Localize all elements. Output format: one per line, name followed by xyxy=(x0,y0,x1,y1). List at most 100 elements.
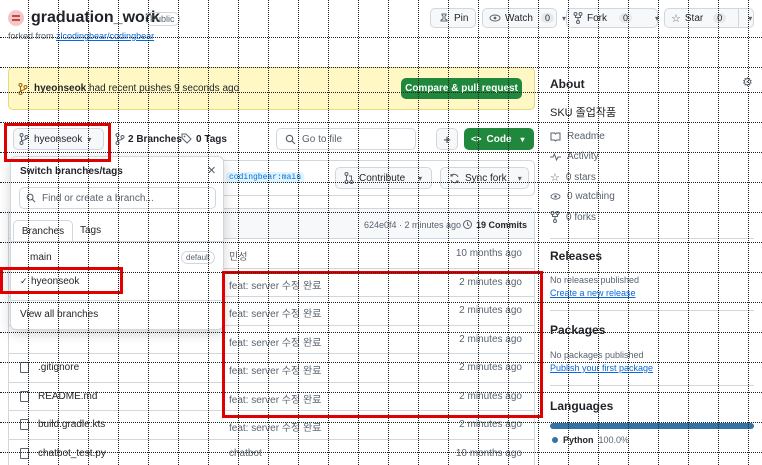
grid-line-horizontal xyxy=(0,67,762,68)
publish-package-link[interactable]: Publish your first package xyxy=(550,363,653,373)
grid-line-vertical xyxy=(448,0,449,465)
grid-line-vertical xyxy=(328,0,329,465)
repo-description: SKU 졸업작품 xyxy=(550,107,617,119)
grid-line-vertical xyxy=(208,0,209,465)
chevron-down-icon: ▾ xyxy=(520,134,525,144)
grid-line-horizontal xyxy=(0,422,762,423)
grid-line-vertical xyxy=(508,0,509,465)
grid-line-vertical xyxy=(598,0,599,465)
grid-line-vertical xyxy=(238,0,239,465)
eye-icon xyxy=(550,192,561,201)
packages-empty: No packages published xyxy=(550,350,644,360)
book-icon xyxy=(550,132,561,142)
watch-button[interactable]: Watch 0 ▾ xyxy=(482,8,566,28)
dropdown-footer-divider xyxy=(11,300,223,301)
pin-button[interactable]: Pin xyxy=(430,8,476,28)
code-icon: <> xyxy=(471,134,482,144)
view-all-branches-link[interactable]: View all branches xyxy=(20,309,98,320)
add-file-button[interactable]: + xyxy=(436,128,458,150)
grid-line-vertical xyxy=(388,0,389,465)
grid-line-vertical xyxy=(538,0,539,465)
create-release-link[interactable]: Create a new release xyxy=(550,288,636,298)
watch-label: Watch xyxy=(505,12,533,24)
grid-line-vertical xyxy=(58,0,59,465)
sidebar-divider xyxy=(550,310,754,311)
dropdown-title: Switch branches/tags xyxy=(20,166,123,177)
releases-title[interactable]: Releases xyxy=(550,249,602,263)
grid-line-horizontal xyxy=(0,212,762,213)
grid-line-horizontal xyxy=(0,332,762,333)
star-divider xyxy=(738,8,740,28)
watching-link[interactable]: 0 watching xyxy=(550,191,615,202)
grid-line-vertical xyxy=(688,0,689,465)
language-bar-fill-python xyxy=(550,423,754,429)
branch-item-main[interactable]: main default xyxy=(11,247,223,269)
language-item-python[interactable]: Python 100.0% xyxy=(552,435,629,445)
fork-count: 0 xyxy=(619,13,633,23)
grid-line-vertical xyxy=(88,0,89,465)
languages-title: Languages xyxy=(550,399,614,413)
grid-line-horizontal xyxy=(0,362,762,363)
pin-label: Pin xyxy=(454,12,469,24)
grid-line-vertical xyxy=(748,0,749,465)
forked-from-link[interactable]: zlcodingbear/codingbear xyxy=(56,31,154,41)
commit-time: 10 months ago xyxy=(455,248,522,259)
grid-line-vertical xyxy=(358,0,359,465)
file-name-link[interactable]: build.gradle.kts xyxy=(38,419,105,430)
forked-from-prefix: forked from xyxy=(8,31,57,41)
repo-avatar xyxy=(8,10,24,26)
grid-line-vertical xyxy=(628,0,629,465)
default-badge: default xyxy=(181,251,216,264)
commits-count: 19 Commits xyxy=(476,219,528,230)
grid-line-horizontal xyxy=(0,122,762,123)
compare-pull-request-button[interactable]: Compare & pull request xyxy=(401,78,522,99)
language-percent: 100.0% xyxy=(598,435,630,445)
history-icon xyxy=(462,219,473,230)
grid-line-vertical xyxy=(268,0,269,465)
code-button[interactable]: <> Code ▾ xyxy=(464,128,534,150)
file-name-link[interactable]: chatbot_test.py xyxy=(38,448,106,459)
branches-link[interactable]: 2 Branches xyxy=(128,134,182,145)
grid-line-vertical xyxy=(568,0,569,465)
grid-line-vertical xyxy=(718,0,719,465)
commits-link[interactable]: 19 Commits xyxy=(462,219,527,230)
grid-line-horizontal xyxy=(0,392,762,393)
tab-branches[interactable]: Branches xyxy=(13,220,73,242)
repo-name[interactable]: graduation_work xyxy=(31,9,160,27)
sidebar-divider xyxy=(550,385,754,386)
readme-link[interactable]: Readme xyxy=(550,131,605,142)
language-bar xyxy=(550,423,754,429)
grid-line-horizontal xyxy=(0,242,762,243)
grid-line-horizontal xyxy=(0,92,762,93)
branch-item-label: main xyxy=(30,252,52,263)
forked-from: forked from zlcodingbear/codingbear xyxy=(8,31,154,41)
go-to-file-input[interactable]: Go to file xyxy=(276,128,416,150)
sidebar-divider xyxy=(550,238,754,239)
grid-line-horizontal xyxy=(0,302,762,303)
commit-message-link[interactable]: chatbot xyxy=(229,448,262,459)
readme-label: Readme xyxy=(567,131,605,142)
commit-time: 10 months ago xyxy=(455,448,522,459)
grid-line-horizontal xyxy=(0,452,762,453)
fork-label: Fork xyxy=(587,12,607,24)
fork-icon xyxy=(573,12,583,24)
go-to-file-placeholder: Go to file xyxy=(302,133,343,145)
star-button[interactable]: ☆ Star 0 ▾ xyxy=(664,8,754,28)
watching-label: 0 watching xyxy=(567,191,615,202)
tags-link[interactable]: 0 Tags xyxy=(196,134,227,145)
add-file-label: + xyxy=(443,131,451,147)
fork-button[interactable]: Fork 0 ▾ xyxy=(566,8,659,28)
latest-commit-hash-time[interactable]: 624e0f4 · 2 minutes ago xyxy=(364,220,461,230)
commit-time: 2 minutes ago xyxy=(459,419,522,430)
tab-tags[interactable]: Tags xyxy=(80,225,101,236)
eye-icon xyxy=(489,13,501,23)
grid-line-vertical xyxy=(658,0,659,465)
grid-line-vertical xyxy=(118,0,119,465)
branch-icon xyxy=(115,133,125,145)
sync-fork-button[interactable]: Sync fork ▾ xyxy=(440,167,529,189)
visibility-badge: Public xyxy=(145,12,180,26)
star-icon: ☆ xyxy=(671,12,681,25)
releases-empty: No releases published xyxy=(550,275,640,285)
grid-line-horizontal xyxy=(0,37,762,38)
grid-line-vertical xyxy=(298,0,299,465)
